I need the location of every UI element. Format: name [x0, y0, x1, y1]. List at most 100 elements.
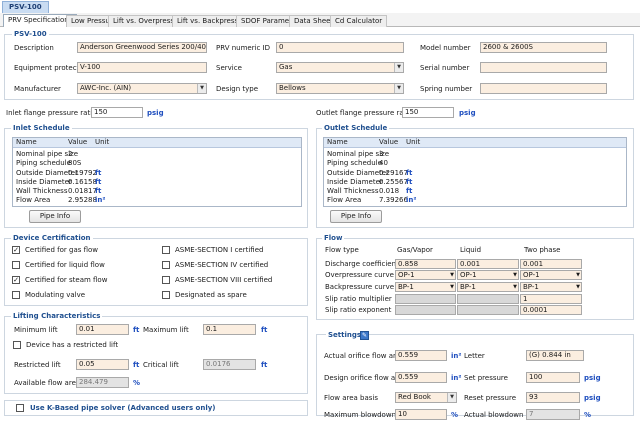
table-row[interactable]: Inside Diameter 0.25567 ft: [324, 178, 626, 187]
tab-cd-calculator[interactable]: Cd Calculator: [330, 15, 388, 27]
overpressure-two-phase-select[interactable]: OP-1 ▼: [520, 270, 582, 280]
asme-section-8-checkbox-row[interactable]: ASME-SECTION VIII certified: [162, 276, 302, 291]
table-row[interactable]: Flow Area 2.95288 in²: [13, 196, 301, 205]
table-row[interactable]: Piping schedule 80S: [13, 159, 301, 168]
chevron-down-icon[interactable]: ▼: [197, 84, 206, 93]
checkbox-icon[interactable]: [13, 341, 21, 349]
row-name: Wall Thickness: [16, 187, 68, 196]
design-orifice-area-unit: in²: [451, 374, 462, 382]
chevron-down-icon[interactable]: ▼: [394, 84, 403, 93]
modulating-valve-checkbox-row[interactable]: Modulating valve: [12, 291, 152, 306]
asme-section-1-checkbox-row[interactable]: ASME-SECTION I certified: [162, 246, 302, 261]
outlet-flange-field[interactable]: 150: [402, 107, 454, 118]
table-row[interactable]: Outside Diameter 0.19792 ft: [13, 169, 301, 178]
chevron-down-icon[interactable]: ▼: [450, 283, 454, 291]
chevron-down-icon[interactable]: ▼: [576, 283, 580, 291]
checkbox-icon[interactable]: [162, 291, 170, 299]
chevron-down-icon[interactable]: ▼: [394, 63, 403, 72]
table-row[interactable]: Wall Thickness 0.01817 ft: [13, 187, 301, 196]
column-header-value[interactable]: Value: [68, 138, 87, 147]
prv-numeric-id-field[interactable]: 0: [276, 42, 404, 53]
select-value: BP-1: [460, 283, 476, 291]
letter-field[interactable]: (G) 0.844 in: [526, 350, 584, 361]
overpressure-gas-select[interactable]: OP-1 ▼: [395, 270, 456, 280]
reset-pressure-field[interactable]: 93: [526, 392, 580, 403]
row-value: 0.01817: [68, 187, 97, 196]
actual-orifice-area-field[interactable]: 0.559: [395, 350, 447, 361]
table-row[interactable]: Outside Diameter 0.29167 ft: [324, 169, 626, 178]
design-orifice-area-field[interactable]: 0.559: [395, 372, 447, 383]
chevron-down-icon[interactable]: ▼: [447, 393, 456, 402]
maximum-blowdown-field[interactable]: 10: [395, 409, 447, 420]
column-header-name[interactable]: Name: [327, 138, 348, 147]
chevron-down-icon[interactable]: ▼: [450, 271, 454, 279]
set-pressure-field[interactable]: 100: [526, 372, 580, 383]
spring-number-field[interactable]: [480, 83, 607, 94]
inlet-pipe-info-button[interactable]: Pipe Info: [29, 210, 81, 223]
column-header-unit[interactable]: Unit: [406, 138, 420, 147]
checkbox-icon[interactable]: [16, 404, 24, 412]
checkbox-icon[interactable]: [162, 276, 170, 284]
flow-col-liquid: Liquid: [460, 246, 482, 254]
inlet-flange-field[interactable]: 150: [91, 107, 143, 118]
discharge-liquid-field[interactable]: 0.001: [457, 259, 519, 269]
column-header-name[interactable]: Name: [16, 138, 37, 147]
table-row[interactable]: Inside Diameter 0.16158 ft: [13, 178, 301, 187]
backpressure-liquid-select[interactable]: BP-1 ▼: [457, 282, 519, 292]
chevron-down-icon[interactable]: ▼: [576, 271, 580, 279]
table-row[interactable]: Flow Area 7.39266 in²: [324, 196, 626, 205]
maximum-blowdown-label: Maximum blowdown: [324, 411, 396, 419]
checkbox-icon[interactable]: [162, 261, 170, 269]
document-tab[interactable]: PSV-100: [2, 1, 49, 13]
outlet-pipe-info-button[interactable]: Pipe Info: [330, 210, 382, 223]
k-based-checkbox-row[interactable]: Use K-Based pipe solver (Advanced users …: [16, 404, 276, 414]
equipment-protected-field[interactable]: V-100: [77, 62, 207, 73]
available-flow-area-unit: %: [133, 379, 141, 387]
manufacturer-select[interactable]: AWC-Inc. (AIN) ▼: [77, 83, 207, 94]
chevron-down-icon[interactable]: ▼: [513, 271, 517, 279]
manufacturer-value: AWC-Inc. (AIN): [80, 84, 132, 92]
asme-section-4-checkbox-row[interactable]: ASME-SECTION IV certified: [162, 261, 302, 276]
restricted-lift-field[interactable]: 0.05: [76, 359, 129, 370]
maximum-lift-field[interactable]: 0.1: [203, 324, 256, 335]
design-type-select[interactable]: Bellows ▼: [276, 83, 404, 94]
discharge-gas-field[interactable]: 0.858: [395, 259, 456, 269]
designated-spare-checkbox-row[interactable]: Designated as spare: [162, 291, 302, 306]
settings-edit-icon[interactable]: ✎: [360, 331, 369, 340]
flow-area-basis-select[interactable]: Red Book ▼: [395, 392, 457, 403]
minimum-lift-field[interactable]: 0.01: [76, 324, 129, 335]
table-row[interactable]: Nominal pipe size 3: [324, 150, 626, 159]
outlet-grid-body: Nominal pipe size 3 Piping schedule 40 Out…: [324, 150, 626, 206]
settings-title: Settings: [326, 331, 364, 339]
checkbox-icon[interactable]: [12, 261, 20, 269]
certified-liquid-checkbox-row[interactable]: Certified for liquid flow: [12, 261, 152, 276]
checkbox-icon[interactable]: [162, 246, 170, 254]
row-unit: ft: [95, 177, 102, 186]
slip-ratio-multiplier-field[interactable]: 1: [520, 294, 582, 304]
row-unit: ft: [406, 177, 413, 186]
column-header-unit[interactable]: Unit: [95, 138, 109, 147]
backpressure-two-phase-select[interactable]: BP-1 ▼: [520, 282, 582, 292]
checkbox-checked-icon[interactable]: ✓: [12, 276, 20, 284]
overpressure-liquid-select[interactable]: OP-1 ▼: [457, 270, 519, 280]
certified-gas-checkbox-row[interactable]: ✓ Certified for gas flow: [12, 246, 152, 261]
slip-ratio-exponent-field[interactable]: 0.0001: [520, 305, 582, 315]
serial-number-field[interactable]: [480, 62, 607, 73]
table-row[interactable]: Wall Thickness 0.018 ft: [324, 187, 626, 196]
checkbox-icon[interactable]: [12, 291, 20, 299]
discharge-two-phase-field[interactable]: 0.001: [520, 259, 582, 269]
table-row[interactable]: Piping schedule 40: [324, 159, 626, 168]
backpressure-gas-select[interactable]: BP-1 ▼: [395, 282, 456, 292]
checkbox-label: Certified for gas flow: [25, 246, 99, 254]
restricted-lift-checkbox-row[interactable]: Device has a restricted lift: [13, 341, 173, 351]
service-select[interactable]: Gas ▼: [276, 62, 404, 73]
actual-blowdown-unit: %: [584, 411, 592, 419]
column-header-value[interactable]: Value: [379, 138, 398, 147]
model-number-field[interactable]: 2600 & 2600S: [480, 42, 607, 53]
description-field[interactable]: Anderson Greenwood Series 200/400/500/70…: [77, 42, 207, 53]
chevron-down-icon[interactable]: ▼: [513, 283, 517, 291]
outlet-grid-header: Name Value Unit: [324, 138, 626, 148]
table-row[interactable]: Nominal pipe size 2: [13, 150, 301, 159]
certified-steam-checkbox-row[interactable]: ✓ Certified for steam flow: [12, 276, 152, 291]
checkbox-checked-icon[interactable]: ✓: [12, 246, 20, 254]
